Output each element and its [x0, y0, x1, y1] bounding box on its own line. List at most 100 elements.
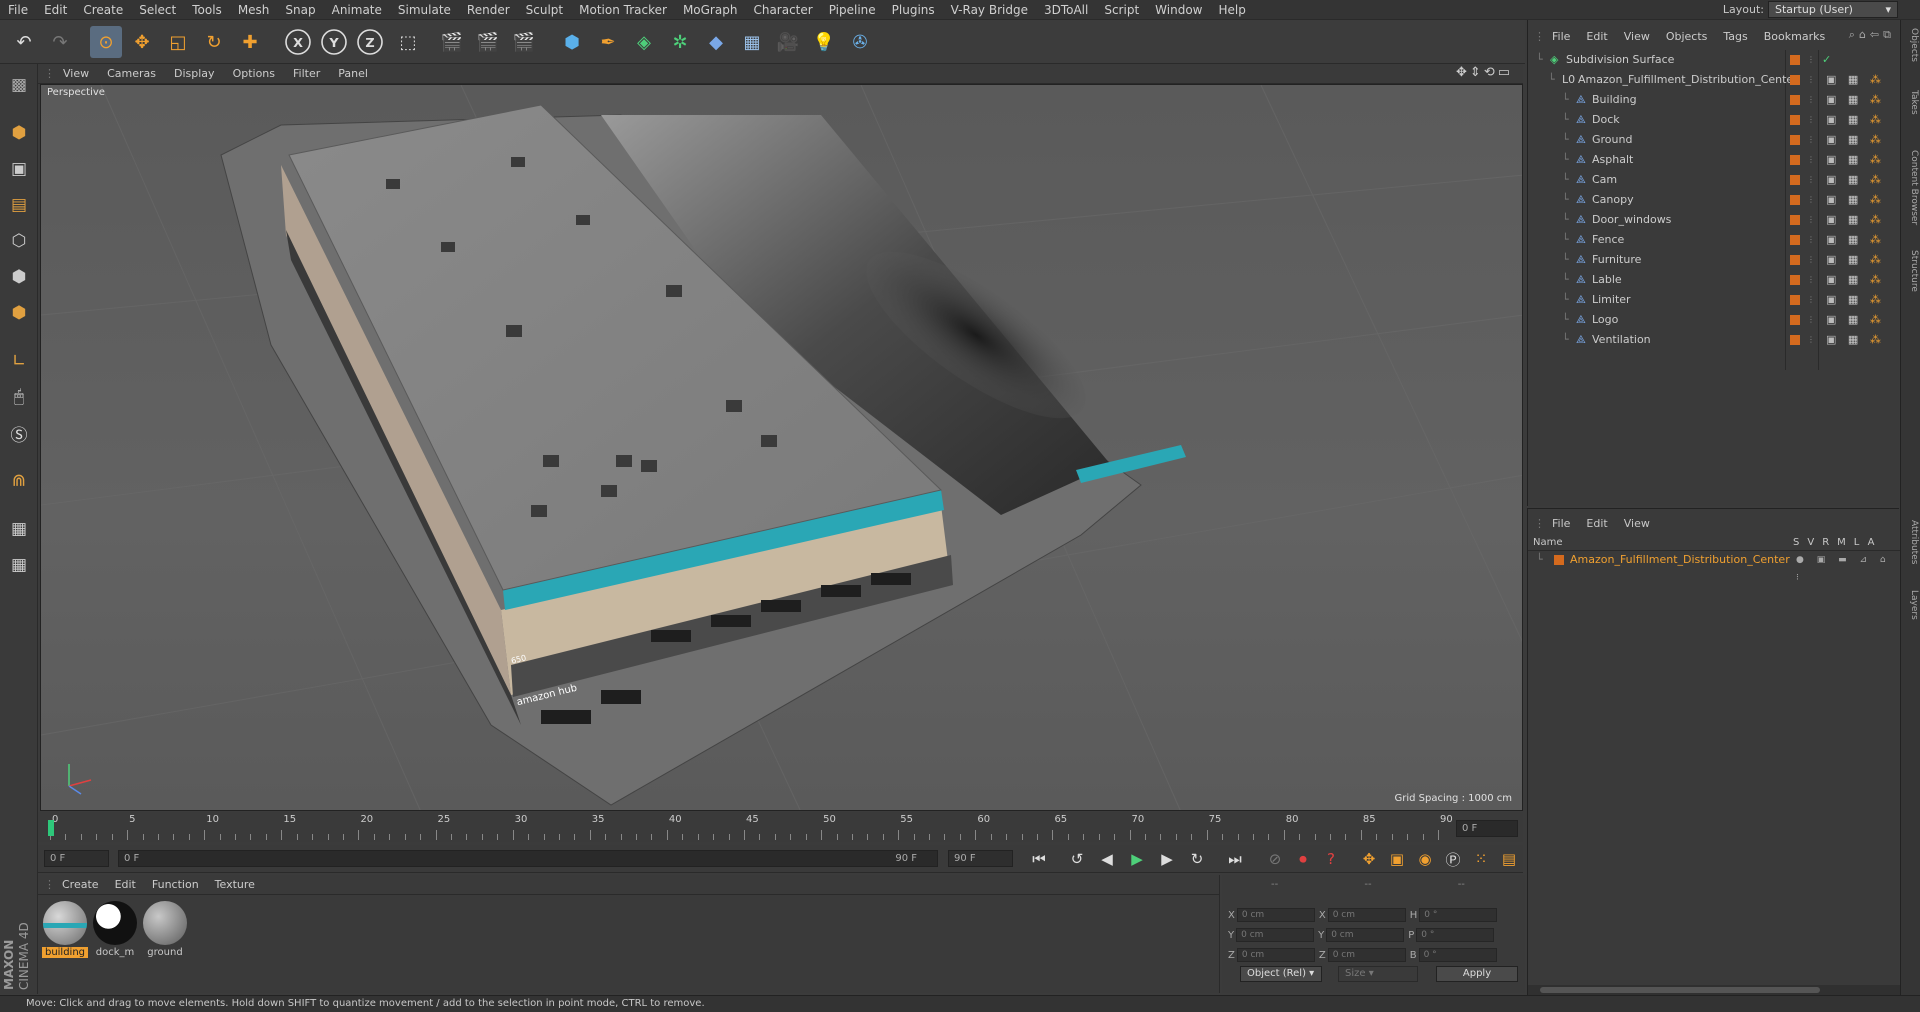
object-row[interactable]: └ ⟁ Ventilation ⋮ ▣ ▦ ⁂ [1528, 330, 1900, 350]
layer-col-r[interactable]: R [1822, 537, 1837, 548]
object-name[interactable]: Ventilation [1592, 330, 1651, 350]
layer-color-swatch[interactable] [1790, 295, 1800, 305]
visibility-dots-icon[interactable]: ⋮ [1807, 190, 1815, 210]
cube-object-button[interactable]: ⬢ [556, 26, 588, 58]
object-name[interactable]: Building [1592, 90, 1637, 110]
move-tool-button[interactable]: ✥ [126, 26, 158, 58]
object-name[interactable]: Dock [1592, 110, 1620, 130]
visibility-dots-icon[interactable]: ⋮ [1807, 290, 1815, 310]
object-tags-icons[interactable]: ▣ ▦ ⁂ [1826, 210, 1885, 230]
layer-color-swatch[interactable] [1554, 555, 1564, 565]
object-tags-icons[interactable]: ▣ ▦ ⁂ [1826, 330, 1885, 350]
side-tab-content-browser[interactable]: Content Browser [1903, 150, 1919, 225]
frame-range-slider[interactable]: 0 F 90 F [118, 850, 938, 867]
object-name[interactable]: Canopy [1592, 190, 1634, 210]
lock-workplane-button[interactable]: ▦ [4, 514, 34, 544]
tweak-mode-button[interactable]: 🖱 [4, 382, 34, 412]
key-parameter-button[interactable]: Ⓟ [1442, 849, 1464, 869]
make-editable-button[interactable]: ▩ [4, 70, 34, 100]
side-tab-layers[interactable]: Layers [1903, 590, 1919, 620]
magnet-button[interactable]: ⋒ [4, 466, 34, 496]
visibility-dots-icon[interactable]: ⋮ [1807, 330, 1815, 350]
layer-color-swatch[interactable] [1790, 95, 1800, 105]
menu-help[interactable]: Help [1210, 3, 1253, 17]
deformer-button[interactable]: ◆ [700, 26, 732, 58]
polygon-mode-button[interactable]: ⬢ [4, 298, 34, 328]
layer-color-swatch[interactable] [1790, 255, 1800, 265]
render-picture-viewer-button[interactable]: 🎬 [472, 26, 504, 58]
axis-mode-button[interactable]: ∟ [4, 346, 34, 376]
material-menu-function[interactable]: Function [144, 878, 207, 891]
menu-window[interactable]: Window [1147, 3, 1210, 17]
autokey-button[interactable]: ? [1320, 849, 1342, 869]
object-row-root[interactable]: └ ◈ Subdivision Surface ⋮ ✓ [1528, 50, 1900, 70]
material-dock[interactable]: dock_m [92, 901, 138, 959]
viewport-menu-display[interactable]: Display [165, 67, 224, 80]
object-name[interactable]: Lable [1592, 270, 1622, 290]
position-x-field[interactable]: 0 cm [1236, 908, 1315, 922]
keyframe-motion-button[interactable]: ⊘ [1264, 849, 1286, 869]
object-tags-icons[interactable]: ▣ ▦ ⁂ [1826, 270, 1885, 290]
menu-motion-tracker[interactable]: Motion Tracker [571, 3, 675, 17]
object-manager-icons[interactable]: ⌕⌂⇦⧉ [1849, 28, 1895, 42]
material-building[interactable]: building [42, 901, 88, 959]
render-settings-button[interactable]: 🎬 [508, 26, 540, 58]
layer-color-swatch[interactable] [1790, 235, 1800, 245]
start-frame-field[interactable]: 0 F [44, 850, 109, 867]
visibility-dots-icon[interactable]: ⋮ [1807, 170, 1815, 190]
key-position-button[interactable]: ✥ [1358, 849, 1380, 869]
search-icon[interactable]: ⌕ [1849, 28, 1859, 41]
object-name[interactable]: Cam [1592, 170, 1617, 190]
menu-v-ray-bridge[interactable]: V-Ray Bridge [943, 3, 1036, 17]
record-button[interactable]: ⏺ [1292, 849, 1314, 869]
layer-color-swatch[interactable] [1790, 75, 1800, 85]
object-menu-file[interactable]: File [1544, 30, 1578, 43]
enabled-check-icon[interactable]: ✓ [1822, 50, 1831, 70]
apply-button[interactable]: Apply [1436, 966, 1518, 982]
maximize-icon[interactable]: ▭ [1498, 65, 1513, 80]
object-tags-icons[interactable]: ▣ ▦ ⁂ [1826, 230, 1885, 250]
object-row[interactable]: └ ⟁ Limiter ⋮ ▣ ▦ ⁂ [1528, 290, 1900, 310]
object-tags-icons[interactable]: ▣ ▦ ⁂ [1826, 190, 1885, 210]
menu-plugins[interactable]: Plugins [884, 3, 943, 17]
layer-color-swatch[interactable] [1790, 335, 1800, 345]
workplane-button[interactable]: ▤ [4, 190, 34, 220]
floor-button[interactable]: ▦ [736, 26, 768, 58]
scale-tool-button[interactable]: ◱ [162, 26, 194, 58]
next-frame-button[interactable]: ▶ [1156, 849, 1178, 869]
visibility-dots-icon[interactable]: ⋮ [1807, 110, 1815, 130]
visibility-dots-icon[interactable]: ⋮ [1807, 50, 1815, 70]
workplane-grid-button[interactable]: ▦ [4, 550, 34, 580]
undo-button[interactable]: ↶ [8, 26, 40, 58]
size-x-field[interactable]: 0 cm [1327, 908, 1406, 922]
camera-button[interactable]: 🎥 [772, 26, 804, 58]
object-name[interactable]: Door_windows [1592, 210, 1671, 230]
visibility-dots-icon[interactable]: ⋮ [1807, 230, 1815, 250]
play-button[interactable]: ▶ [1126, 849, 1148, 869]
object-tags-icons[interactable]: ▣ ▦ ⁂ [1826, 310, 1885, 330]
menu-character[interactable]: Character [745, 3, 820, 17]
viewport-menu-filter[interactable]: Filter [284, 67, 329, 80]
end-frame-field[interactable]: 90 F [948, 850, 1013, 867]
layer-col-m[interactable]: M [1837, 537, 1854, 548]
layer-color-swatch[interactable] [1790, 55, 1800, 65]
object-tags-icons[interactable]: ▣ ▦ ⁂ [1826, 150, 1885, 170]
object-menu-edit[interactable]: Edit [1578, 30, 1615, 43]
layer-menu-view[interactable]: View [1616, 517, 1658, 530]
object-name[interactable]: Asphalt [1592, 150, 1633, 170]
position-y-field[interactable]: 0 cm [1236, 928, 1315, 942]
visibility-dots-icon[interactable]: ⋮ [1807, 310, 1815, 330]
prev-frame-button[interactable]: ◀ [1096, 849, 1118, 869]
menu-select[interactable]: Select [131, 3, 184, 17]
object-row[interactable]: └ ⟁ Fence ⋮ ▣ ▦ ⁂ [1528, 230, 1900, 250]
menu-mesh[interactable]: Mesh [230, 3, 278, 17]
object-name[interactable]: Ground [1592, 130, 1632, 150]
layout-dropdown[interactable]: Startup (User) ▾ [1768, 1, 1898, 18]
layer-color-swatch[interactable] [1790, 155, 1800, 165]
timeline-window-button[interactable]: ▤ [1498, 849, 1520, 869]
transform-tool-button[interactable]: ✚ [234, 26, 266, 58]
viewport-menu-panel[interactable]: Panel [329, 67, 377, 80]
home-icon[interactable]: ⌂ [1859, 28, 1870, 41]
menu-file[interactable]: File [0, 3, 36, 17]
position-z-field[interactable]: 0 cm [1236, 948, 1315, 962]
